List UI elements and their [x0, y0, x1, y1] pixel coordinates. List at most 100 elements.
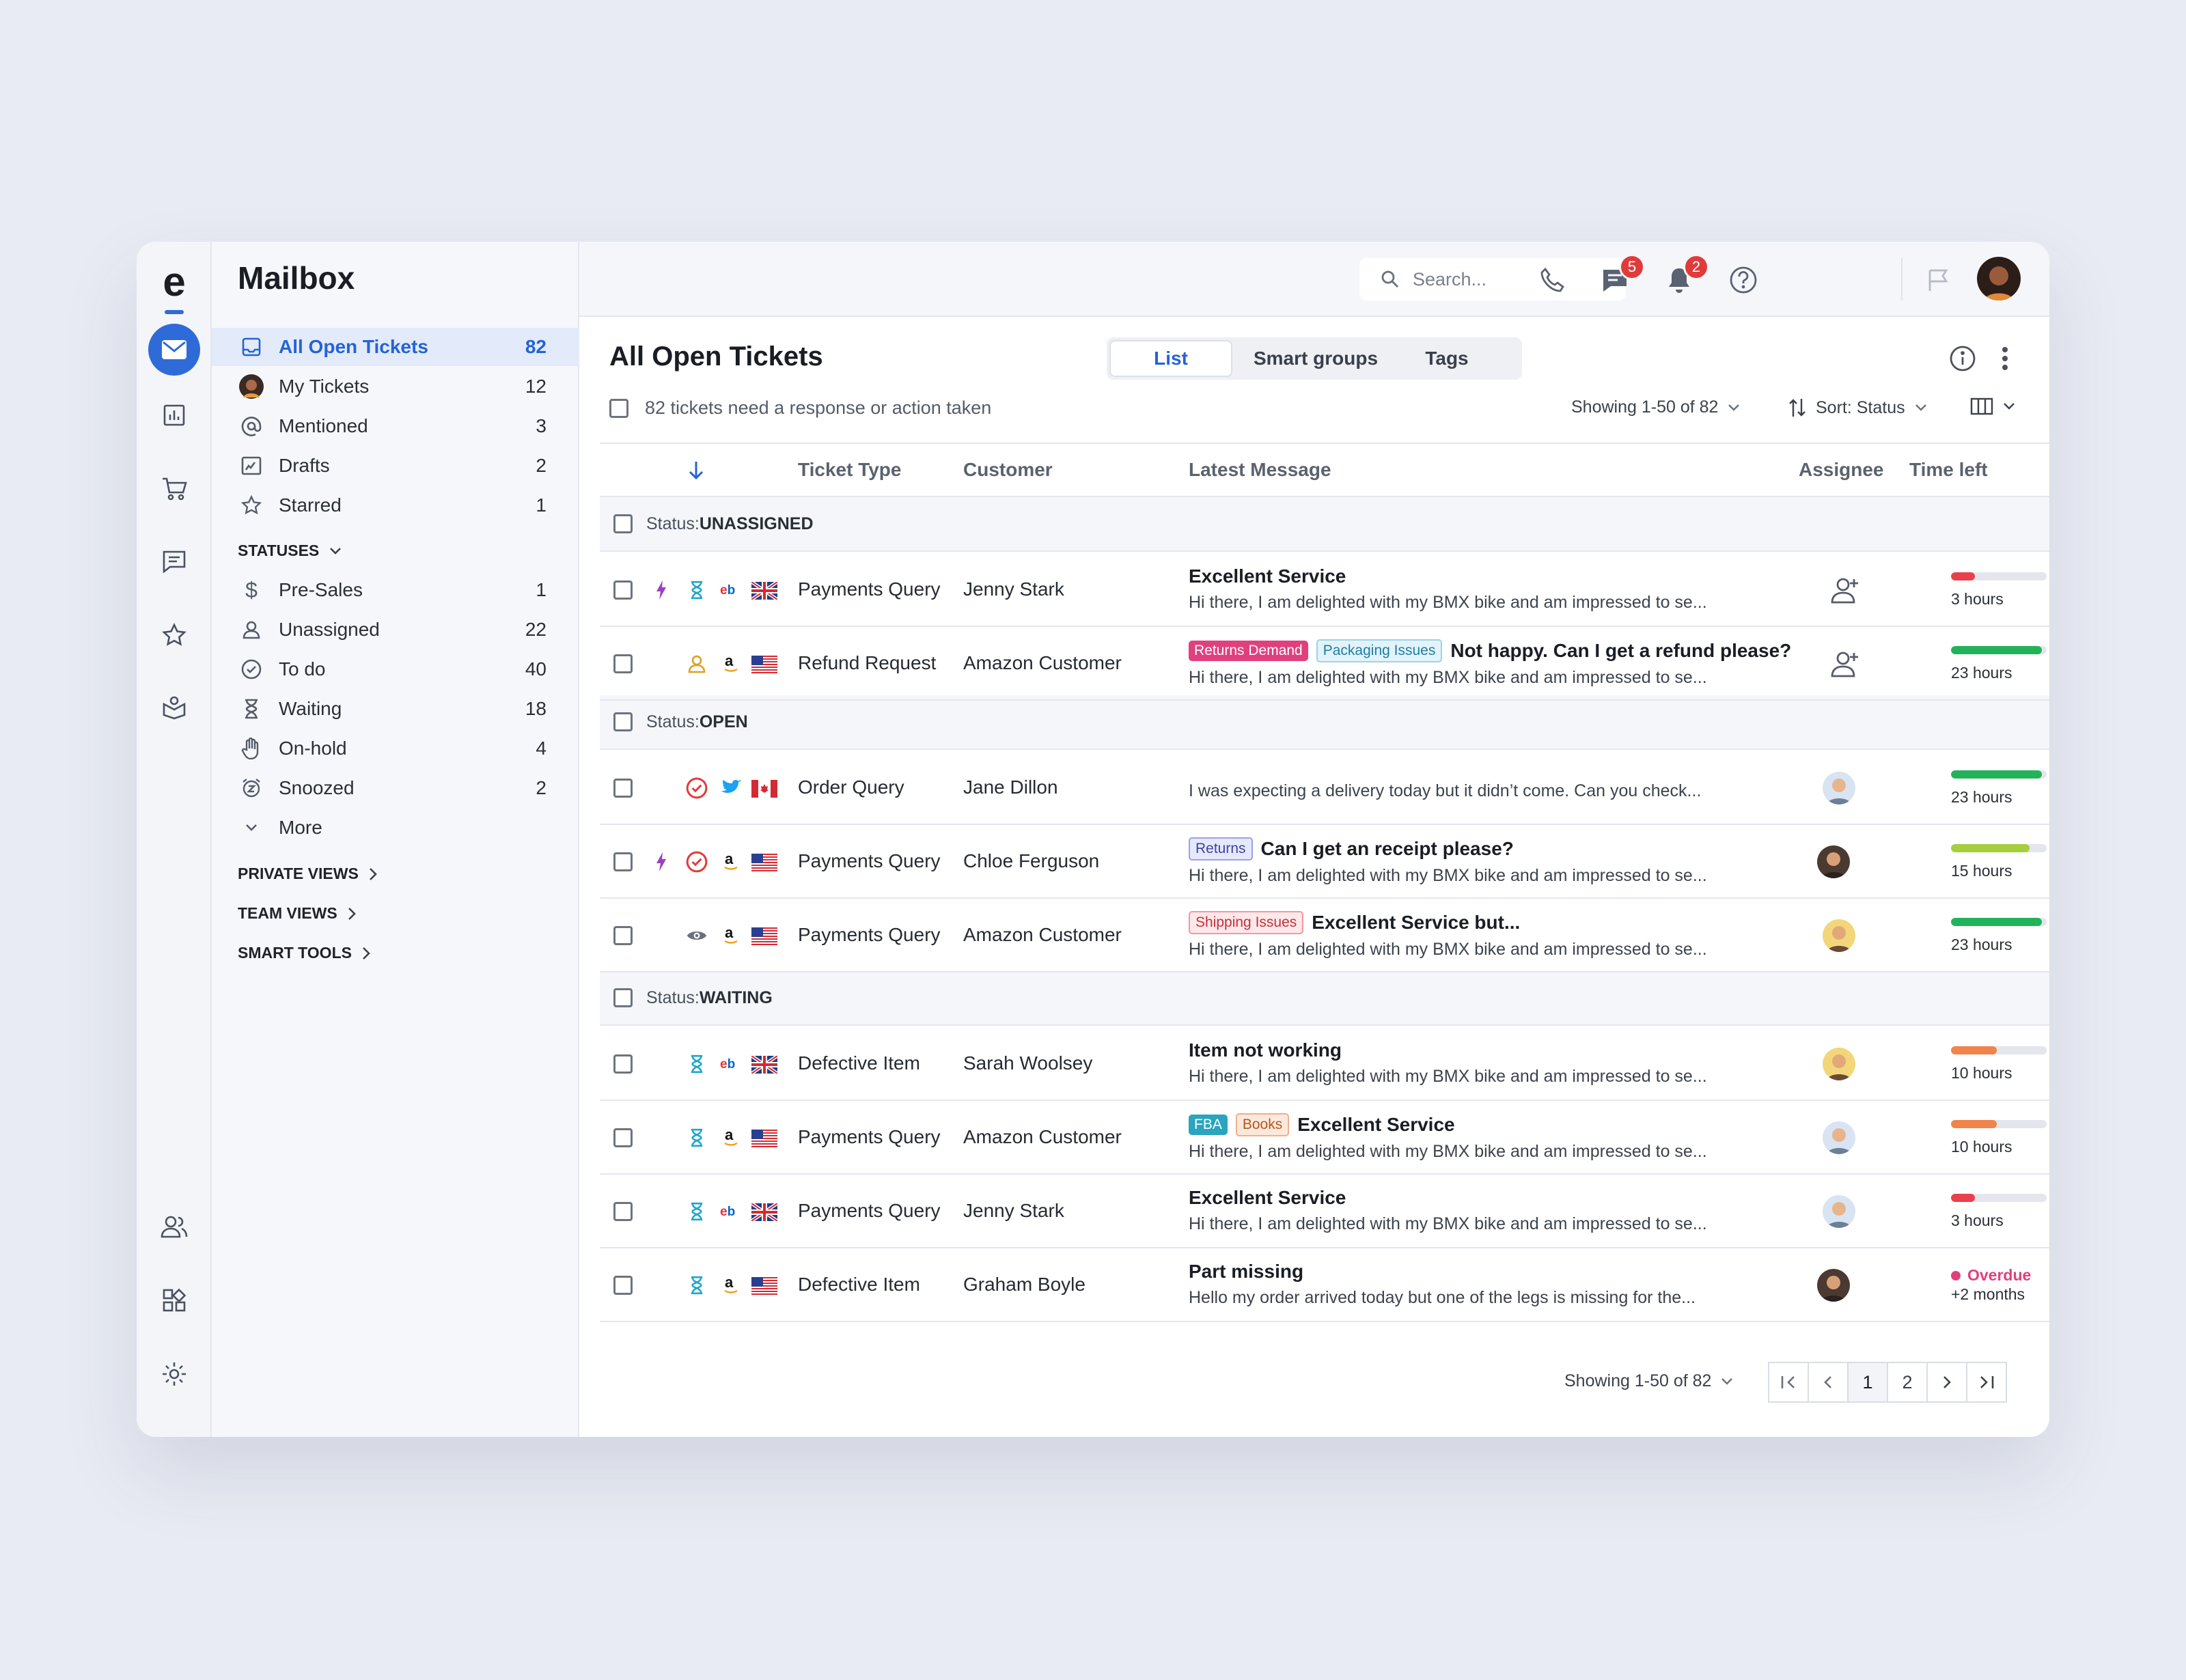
assignee-avatar[interactable]	[1823, 1195, 1855, 1228]
tab-list[interactable]: List	[1109, 340, 1232, 377]
col-customer[interactable]: Customer	[963, 459, 1053, 481]
page-size-select[interactable]: Showing 1-50 of 82	[1571, 397, 1740, 417]
select-all-checkbox[interactable]	[609, 398, 628, 418]
statuses-toggle[interactable]: STATUSES	[238, 542, 342, 560]
row-checkbox[interactable]	[613, 580, 633, 600]
table-row[interactable]: a Defective Item Graham Boyle Part missing H…	[600, 1248, 2049, 1322]
col-latest-message[interactable]: Latest Message	[1189, 459, 1331, 481]
col-ticket-type[interactable]: Ticket Type	[798, 459, 901, 481]
status-item-to-do[interactable]: To do 40	[212, 650, 579, 688]
latest-message[interactable]: Excellent Service Hi there, I am delighte…	[1189, 565, 1803, 613]
ticket-tag[interactable]: Books	[1235, 1113, 1290, 1136]
row-checkbox[interactable]	[613, 1054, 633, 1074]
latest-message[interactable]: I was expecting a delivery today but it …	[1189, 776, 1803, 801]
ticket-tag[interactable]: Returns	[1189, 837, 1253, 860]
table-row[interactable]: Order Query Jane Dillon I was expecting a …	[600, 751, 2049, 825]
ticket-tag[interactable]: Packaging Issues	[1316, 639, 1443, 662]
flag-icon[interactable]	[1923, 264, 1954, 296]
latest-message[interactable]: Excellent Service Hi there, I am delighte…	[1189, 1187, 1803, 1234]
sidebar-item-all-open-tickets[interactable]: All Open Tickets 82	[212, 328, 579, 366]
table-row[interactable]: eb Defective Item Sarah Woolsey Item not wo…	[600, 1027, 2049, 1101]
row-checkbox[interactable]	[613, 852, 633, 871]
smart-tools-toggle[interactable]: SMART TOOLS	[238, 944, 371, 962]
search-input[interactable]: Search...	[1413, 269, 1486, 290]
latest-message[interactable]: Item not working Hi there, I am delighted…	[1189, 1039, 1803, 1087]
help-icon[interactable]	[1728, 264, 1759, 296]
footer-page-size-select[interactable]: Showing 1-50 of 82	[1564, 1371, 1733, 1391]
phone-icon[interactable]	[1537, 264, 1568, 296]
app-logo[interactable]: e	[137, 258, 212, 314]
table-row[interactable]: a Payments Query Amazon Customer FBA Books Ex…	[600, 1101, 2049, 1175]
status-item-snoozed[interactable]: Snoozed 2	[212, 769, 579, 807]
sidebar-item-drafts[interactable]: Drafts 2	[212, 447, 579, 485]
ticket-tag[interactable]: Shipping Issues	[1189, 911, 1304, 934]
status-item-unassigned[interactable]: Unassigned 22	[212, 611, 579, 649]
assignee-avatar[interactable]	[1823, 1121, 1855, 1154]
row-checkbox[interactable]	[613, 654, 633, 673]
prev-page-button[interactable]	[1808, 1362, 1849, 1403]
mailbox-nav-icon[interactable]	[148, 324, 200, 376]
status-item-pre-sales[interactable]: $ Pre-Sales 1	[212, 571, 579, 609]
ticket-tag[interactable]: FBA	[1189, 1115, 1228, 1135]
next-page-button[interactable]	[1926, 1362, 1967, 1403]
group-checkbox[interactable]	[613, 712, 633, 731]
group-checkbox[interactable]	[613, 988, 633, 1007]
row-checkbox[interactable]	[613, 1128, 633, 1147]
page-button[interactable]: 1	[1847, 1362, 1888, 1403]
ticket-tag[interactable]: Returns Demand	[1189, 641, 1308, 661]
assignee-avatar[interactable]	[1823, 919, 1855, 952]
latest-message[interactable]: Returns Can I get an receipt please? Hi th…	[1189, 837, 1803, 886]
settings-icon[interactable]	[158, 1358, 191, 1390]
user-avatar[interactable]	[1977, 257, 2021, 300]
row-checkbox[interactable]	[613, 1276, 633, 1295]
col-assignee[interactable]: Assignee	[1799, 459, 1884, 481]
group-checkbox[interactable]	[613, 514, 633, 533]
table-row[interactable]: eb Payments Query Jenny Stark Excellent Ser…	[600, 553, 2049, 627]
status-item-more[interactable]: More	[212, 809, 579, 847]
status-group-header[interactable]: Status: WAITING	[600, 971, 2049, 1026]
assign-user-icon[interactable]	[1828, 650, 1859, 677]
status-group-header[interactable]: Status: UNASSIGNED	[600, 497, 2049, 552]
status-item-on-hold[interactable]: On-hold 4	[212, 729, 579, 768]
row-checkbox[interactable]	[613, 1202, 633, 1221]
table-row[interactable]: a Refund Request Amazon Customer Returns De…	[600, 627, 2049, 701]
table-row[interactable]: eb Payments Query Jenny Stark Excellent Ser…	[600, 1175, 2049, 1248]
latest-message[interactable]: Shipping Issues Excellent Service but... H…	[1189, 911, 1803, 960]
team-views-toggle[interactable]: TEAM VIEWS	[238, 904, 357, 923]
latest-message[interactable]: Part missing Hello my order arrived today…	[1189, 1261, 1803, 1308]
assignee-avatar[interactable]	[1817, 1269, 1850, 1302]
team-icon[interactable]	[158, 1210, 191, 1243]
first-page-button[interactable]	[1768, 1362, 1809, 1403]
table-row[interactable]: a Payments Query Amazon Customer Shipping I…	[600, 899, 2049, 972]
sort-select[interactable]: Sort: Status	[1788, 397, 1927, 418]
tab-smart-groups[interactable]: Smart groups	[1241, 340, 1391, 377]
tab-tags[interactable]: Tags	[1399, 340, 1495, 377]
columns-select[interactable]	[1970, 397, 2015, 415]
sort-arrow-icon[interactable]	[687, 460, 705, 481]
sidebar-item-starred[interactable]: Starred 1	[212, 486, 579, 524]
sidebar-item-my-tickets[interactable]: My Tickets 12	[212, 367, 579, 406]
status-group-header[interactable]: Status: OPEN	[600, 695, 2049, 750]
knowledge-icon[interactable]	[158, 691, 191, 724]
messages-icon[interactable]	[158, 545, 191, 578]
sidebar-item-mentioned[interactable]: Mentioned 3	[212, 407, 579, 445]
private-views-toggle[interactable]: PRIVATE VIEWS	[238, 865, 378, 883]
page-button[interactable]: 2	[1887, 1362, 1928, 1403]
search-box[interactable]: Search...	[1359, 258, 1626, 300]
latest-message[interactable]: FBA Books Excellent Service Hi there, I am …	[1189, 1113, 1803, 1162]
cart-icon[interactable]	[158, 473, 191, 505]
assignee-avatar[interactable]	[1823, 772, 1855, 804]
assign-user-icon[interactable]	[1828, 576, 1859, 604]
reports-icon[interactable]	[158, 399, 191, 432]
more-options-icon[interactable]	[1989, 343, 2021, 374]
assignee-avatar[interactable]	[1823, 1048, 1855, 1080]
last-page-button[interactable]	[1966, 1362, 2007, 1403]
table-row[interactable]: a Payments Query Chloe Ferguson Returns Can …	[600, 825, 2049, 899]
star-nav-icon[interactable]	[158, 619, 191, 652]
row-checkbox[interactable]	[613, 926, 633, 945]
apps-icon[interactable]	[158, 1284, 191, 1317]
info-icon[interactable]	[1947, 343, 1978, 374]
col-time-left[interactable]: Time left	[1909, 459, 1988, 481]
status-item-waiting[interactable]: Waiting 18	[212, 690, 579, 728]
assignee-avatar[interactable]	[1817, 845, 1850, 878]
